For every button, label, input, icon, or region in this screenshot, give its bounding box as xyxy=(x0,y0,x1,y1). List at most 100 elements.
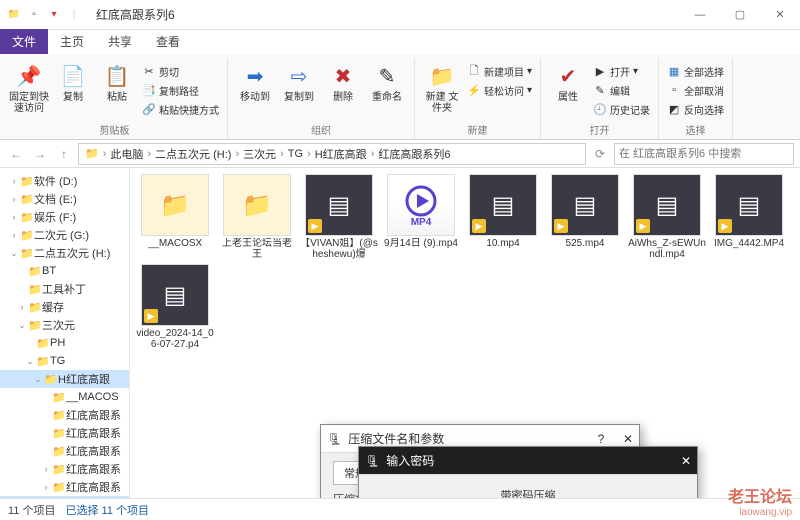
tree-item[interactable]: ›📁文档 (E:) xyxy=(0,190,129,208)
close-icon[interactable]: ✕ xyxy=(623,432,633,446)
expand-icon[interactable]: › xyxy=(40,464,52,474)
qat-dropdown[interactable]: ▾ xyxy=(46,7,62,23)
file-item[interactable]: ▤▶【VIVAN姐】(@sheshewu)爆 xyxy=(300,174,378,260)
crumb[interactable]: H红底高跟 xyxy=(313,146,369,162)
tree-item[interactable]: ⌄📁三次元 xyxy=(0,316,129,334)
moveto-button[interactable]: ➡移动到 xyxy=(234,60,276,120)
crumb[interactable]: 三次元 xyxy=(241,146,278,162)
file-item[interactable]: ▤▶AiWhs_Z-sEWUnndl.mp4 xyxy=(628,174,706,260)
file-item[interactable]: MP49月14日 (9).mp4 xyxy=(382,174,460,260)
cut-button[interactable]: ✂剪切 xyxy=(140,62,221,80)
tree-item[interactable]: ›📁软件 (D:) xyxy=(0,172,129,190)
selectall-button[interactable]: ▦全部选择 xyxy=(665,62,726,80)
tree-item[interactable]: 📁PH xyxy=(0,334,129,352)
expand-icon[interactable]: ⌄ xyxy=(16,320,28,331)
tree-item[interactable]: ›📁缓存 xyxy=(0,298,129,316)
close-button[interactable]: ✕ xyxy=(760,0,800,30)
newfolder-button[interactable]: 📁新建 文件夹 xyxy=(421,60,463,120)
invert-button[interactable]: ◩反向选择 xyxy=(665,100,726,118)
file-item[interactable]: ▤▶525.mp4 xyxy=(546,174,624,260)
crumb[interactable]: 二点五次元 (H:) xyxy=(153,146,233,162)
tree-label: 红底高跟系 xyxy=(66,425,121,441)
delete-button[interactable]: ✖删除 xyxy=(322,60,364,120)
pin-quickaccess-button[interactable]: 📌固定到快 速访问 xyxy=(8,60,50,120)
tree-item[interactable]: ⌄📁二点五次元 (H:) xyxy=(0,244,129,262)
tree-item[interactable]: ›📁红底高跟系 xyxy=(0,460,129,478)
expand-icon[interactable]: › xyxy=(8,230,20,240)
selectnone-button[interactable]: ▫全部取消 xyxy=(665,81,726,99)
breadcrumb[interactable]: 📁› 此电脑› 二点五次元 (H:)› 三次元› TG› H红底高跟› 红底高跟… xyxy=(78,143,586,165)
tree-item[interactable]: 📁红底高跟系 xyxy=(0,496,129,498)
expand-icon[interactable]: › xyxy=(8,212,20,222)
tree-item[interactable]: 📁红底高跟系 xyxy=(0,424,129,442)
expand-icon[interactable]: › xyxy=(16,302,28,312)
rename-button[interactable]: ✎重命名 xyxy=(366,60,408,120)
history-button[interactable]: 🕘历史记录 xyxy=(591,100,652,118)
tab-view[interactable]: 查看 xyxy=(144,29,192,54)
dialog-heading: 带密码压缩 xyxy=(371,487,685,498)
crumb[interactable]: 红底高跟系列6 xyxy=(376,146,452,162)
edit-button[interactable]: ✎编辑 xyxy=(591,81,652,99)
crumb[interactable]: 此电脑 xyxy=(108,146,145,162)
maximize-button[interactable]: ▢ xyxy=(720,0,760,30)
tree-item[interactable]: 📁红底高跟系 xyxy=(0,406,129,424)
expand-icon[interactable]: › xyxy=(40,482,52,492)
file-item[interactable]: ▤▶video_2024-14_06-07-27.p4 xyxy=(136,264,214,350)
tree-item[interactable]: ⌄📁H红底高跟 xyxy=(0,370,129,388)
paste-shortcut-button[interactable]: 🔗粘贴快捷方式 xyxy=(140,100,221,118)
properties-button[interactable]: ✔属性 xyxy=(547,60,589,120)
expand-icon[interactable]: ⌄ xyxy=(24,356,36,367)
folder-icon: 📁 xyxy=(6,7,22,23)
copyto-button[interactable]: ⇨复制到 xyxy=(278,60,320,120)
expand-icon[interactable]: › xyxy=(8,176,20,186)
newitem-button[interactable]: 🗋新建项目 ▾ xyxy=(465,62,534,80)
close-icon[interactable]: ✕ xyxy=(681,454,691,468)
tree-item[interactable]: ›📁娱乐 (F:) xyxy=(0,208,129,226)
tree-item[interactable]: 📁工具补丁 xyxy=(0,280,129,298)
nav-fwd-button[interactable]: → xyxy=(30,144,50,164)
copy-button[interactable]: 📄复制 xyxy=(52,60,94,120)
tree-item[interactable]: ›📁二次元 (G:) xyxy=(0,226,129,244)
folder-icon: 📁 xyxy=(52,427,66,440)
selectnone-icon: ▫ xyxy=(667,83,681,97)
help-button[interactable]: ? xyxy=(598,432,605,446)
minimize-button[interactable]: — xyxy=(680,0,720,30)
nav-tree[interactable]: ›📁软件 (D:)›📁文档 (E:)›📁娱乐 (F:)›📁二次元 (G:)⌄📁二… xyxy=(0,168,130,498)
video-thumb: ▤▶ xyxy=(141,264,209,326)
copypath-button[interactable]: 📑复制路径 xyxy=(140,81,221,99)
group-clipboard-label: 剪贴板 xyxy=(8,120,221,137)
path-icon: 📑 xyxy=(142,83,156,97)
tab-file[interactable]: 文件 xyxy=(0,29,48,54)
expand-icon[interactable]: › xyxy=(8,194,20,204)
expand-icon[interactable]: ⌄ xyxy=(32,374,44,385)
folder-icon: 📁 xyxy=(28,265,42,278)
open-button[interactable]: ▶打开 ▾ xyxy=(591,62,652,80)
watermark: 老王论坛laowang.vip xyxy=(728,483,792,518)
tab-share[interactable]: 共享 xyxy=(96,29,144,54)
file-name: 525.mp4 xyxy=(566,238,605,249)
paste-button[interactable]: 📋粘贴 xyxy=(96,60,138,120)
expand-icon[interactable]: ⌄ xyxy=(8,248,20,259)
tree-item[interactable]: ⌄📁TG xyxy=(0,352,129,370)
titlebar: 📁 ▫ ▾ | 红底高跟系列6 — ▢ ✕ xyxy=(0,0,800,30)
file-item[interactable]: ▤▶IMG_4442.MP4 xyxy=(710,174,788,260)
search-input[interactable] xyxy=(614,143,794,165)
tree-item[interactable]: 📁红底高跟系 xyxy=(0,442,129,460)
tree-item[interactable]: › 📁红底高跟系 xyxy=(0,478,129,496)
file-item[interactable]: ▤▶10.mp4 xyxy=(464,174,542,260)
tree-label: __MACOS xyxy=(66,391,119,403)
tree-label: 缓存 xyxy=(42,299,64,315)
play-badge-icon: ▶ xyxy=(718,219,732,233)
tree-item[interactable]: 📁__MACOS xyxy=(0,388,129,406)
qat-item[interactable]: ▫ xyxy=(26,7,42,23)
easyaccess-button[interactable]: ⚡轻松访问 ▾ xyxy=(465,81,534,99)
nav-back-button[interactable]: ← xyxy=(6,144,26,164)
dialog-titlebar[interactable]: 🗜 输入密码 ✕ xyxy=(359,447,697,475)
file-item[interactable]: 📁__MACOSX xyxy=(136,174,214,260)
nav-up-button[interactable]: ↑ xyxy=(54,144,74,164)
crumb[interactable]: TG xyxy=(286,148,305,160)
tree-item[interactable]: 📁BT xyxy=(0,262,129,280)
refresh-button[interactable]: ⟳ xyxy=(590,144,610,164)
file-item[interactable]: 📁上老王论坛当老王 xyxy=(218,174,296,260)
tab-home[interactable]: 主页 xyxy=(48,29,96,54)
